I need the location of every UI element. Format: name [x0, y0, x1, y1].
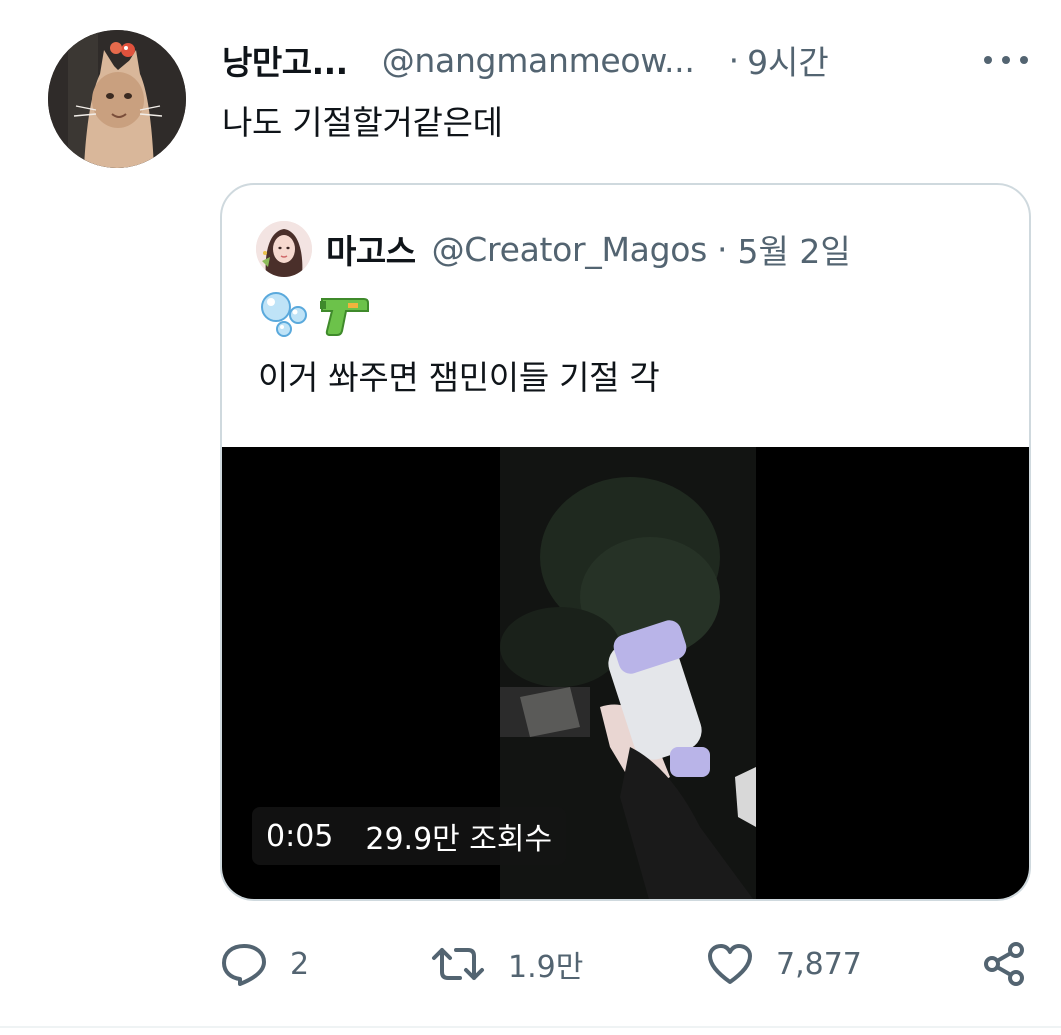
- separator-dot: ·: [728, 40, 740, 80]
- author-avatar[interactable]: [48, 30, 186, 168]
- bubbles-emoji: [261, 292, 307, 337]
- reply-icon: [222, 944, 266, 986]
- author-handle[interactable]: @nangmanmeow...: [382, 41, 695, 80]
- quoted-tweet[interactable]: 마고스 @Creator_Magos · 5월 2일 이거 쏴주면 잼민이들 기…: [220, 183, 1031, 901]
- quoted-emoji-row: [258, 289, 372, 339]
- retweet-icon: [432, 948, 484, 980]
- action-bar: 2 1.9만 7,877: [220, 940, 1040, 988]
- woman-avatar-image: [256, 221, 312, 277]
- video-info-overlay: 0:05 29.9만 조회수: [252, 807, 567, 865]
- reply-button[interactable]: 2: [220, 940, 309, 988]
- divider: [0, 1026, 1061, 1028]
- quoted-tweet-text: 이거 쏴주면 잼민이들 기절 각: [258, 358, 660, 397]
- tweet-time[interactable]: 9시간: [747, 36, 829, 84]
- tweet: 낭만고... @nangmanmeow... · 9시간 나도 기절할거같은데: [0, 0, 1061, 1035]
- share-button[interactable]: [982, 940, 1028, 988]
- video-views: 29.9만 조회수: [365, 822, 553, 857]
- quoted-author-handle[interactable]: @Creator_Magos: [432, 230, 708, 269]
- retweet-count: 1.9만: [508, 950, 584, 985]
- quoted-author-avatar: [256, 221, 312, 277]
- separator-dot: ·: [717, 229, 728, 269]
- video-duration: 0:05: [266, 818, 334, 854]
- author-name[interactable]: 낭만고...: [222, 36, 348, 84]
- quoted-author-name[interactable]: 마고스: [326, 225, 416, 273]
- like-button[interactable]: 7,877: [706, 940, 862, 988]
- more-icon[interactable]: [984, 46, 1028, 74]
- cat-avatar-image: [48, 30, 186, 168]
- water-pistol-emoji: [320, 298, 369, 336]
- reply-count: 2: [290, 946, 310, 982]
- like-count: 7,877: [776, 946, 862, 982]
- quoted-tweet-header: 마고스 @Creator_Magos · 5월 2일: [256, 221, 851, 277]
- heart-icon: [708, 944, 752, 984]
- tweet-header: 낭만고... @nangmanmeow... · 9시간: [222, 34, 1042, 86]
- video-player[interactable]: 0:05 29.9만 조회수: [222, 447, 1029, 899]
- quoted-tweet-date[interactable]: 5월 2일: [738, 225, 851, 273]
- tweet-text: 나도 기절할거같은데: [222, 103, 503, 142]
- retweet-button[interactable]: 1.9만: [430, 940, 583, 988]
- share-icon: [984, 942, 1024, 986]
